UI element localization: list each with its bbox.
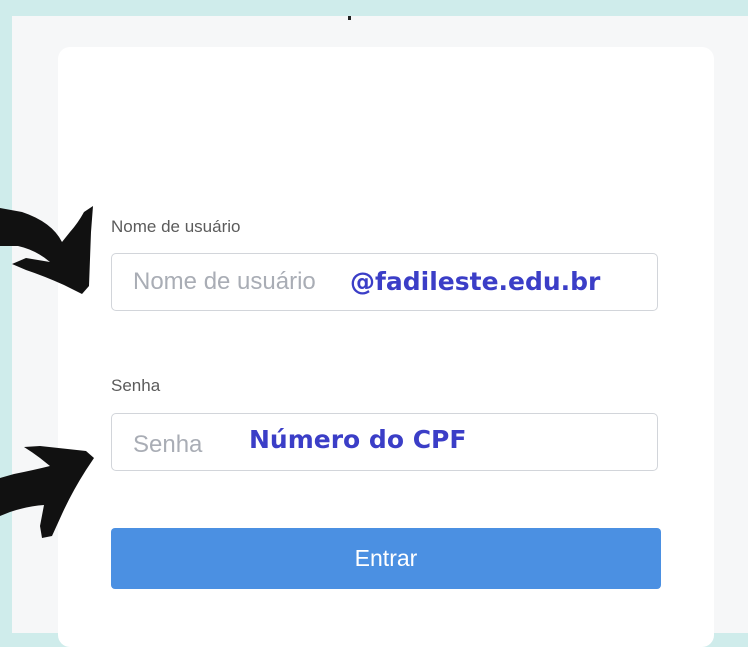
- login-card: Nome de usuário Nome de usuário @fadiles…: [58, 47, 714, 647]
- username-placeholder: Nome de usuário: [133, 268, 316, 295]
- username-input[interactable]: Nome de usuário @fadileste.edu.br: [111, 253, 658, 311]
- password-label: Senha: [111, 376, 161, 395]
- password-placeholder: Senha: [133, 431, 203, 458]
- arrow-to-password-icon: [0, 446, 94, 538]
- annotation-arrows: [0, 206, 94, 538]
- password-input[interactable]: Senha Número do CPF: [111, 413, 658, 471]
- page-panel: Nome de usuário Nome de usuário @fadiles…: [12, 16, 748, 647]
- arrow-to-username-icon: [0, 206, 93, 294]
- username-domain-hint: @fadileste.edu.br: [350, 267, 601, 296]
- username-label: Nome de usuário: [111, 217, 241, 236]
- password-cpf-hint: Número do CPF: [249, 425, 467, 454]
- top-divider-mark: [348, 16, 351, 20]
- login-button[interactable]: Entrar: [111, 528, 661, 589]
